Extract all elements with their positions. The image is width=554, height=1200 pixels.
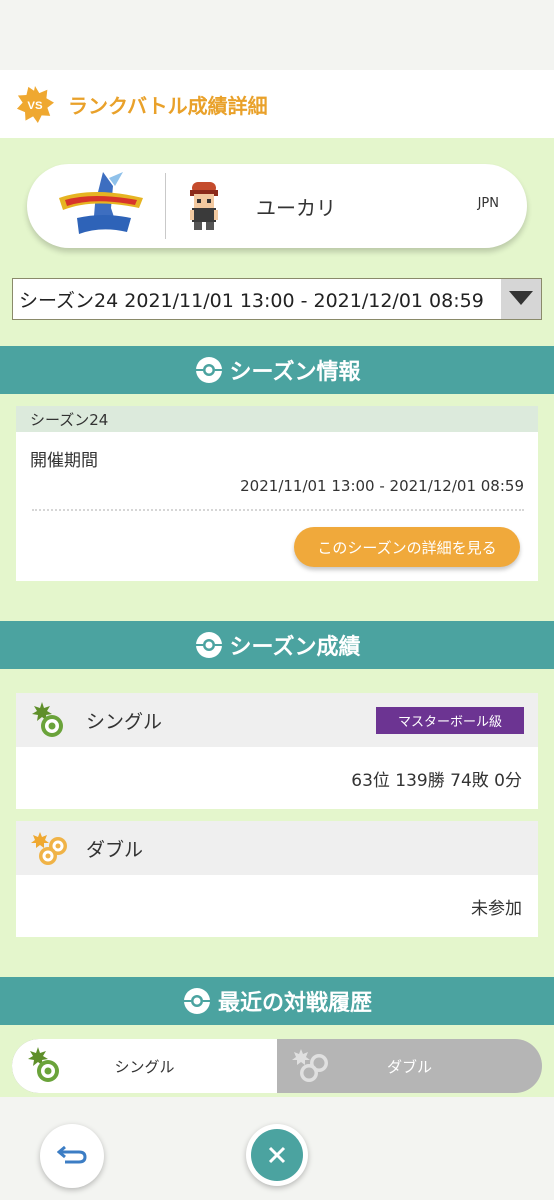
season-dropdown[interactable]: シーズン24 2021/11/01 13:00 - 2021/12/01 08:… — [12, 278, 542, 320]
season-info-card: シーズン24 開催期間 2021/11/01 13:00 - 2021/12/0… — [16, 406, 538, 581]
season-record-area: シングル マスターボール級 63位 139勝 74敗 0分 ダブル 未参加 — [0, 669, 554, 977]
trainer-avatar — [184, 178, 224, 234]
game-logo — [53, 168, 149, 244]
double-battle-icon — [30, 828, 70, 868]
section-title: 最近の対戦履歴 — [217, 991, 372, 1016]
back-arrow-icon — [56, 1143, 87, 1169]
close-button[interactable] — [246, 1124, 308, 1186]
trainer-name: ユーカリ — [256, 195, 336, 220]
tab-single[interactable]: シングル — [12, 1039, 277, 1093]
pokeball-icon — [182, 986, 212, 1016]
single-battle-icon — [26, 1045, 66, 1085]
single-result: 63位 139勝 74敗 0分 — [351, 770, 522, 791]
single-record-card[interactable]: シングル マスターボール級 63位 139勝 74敗 0分 — [16, 693, 538, 809]
season-info-header: シーズン情報 — [0, 346, 554, 394]
close-icon — [251, 1129, 303, 1181]
pokeball-icon — [194, 355, 224, 385]
season-name: シーズン24 — [16, 406, 538, 432]
history-header: 最近の対戦履歴 — [0, 977, 554, 1025]
title-bar: VS ランクバトル成績詳細 — [0, 70, 554, 138]
season-record-header: シーズン成績 — [0, 621, 554, 669]
season-detail-button[interactable]: このシーズンの詳細を見る — [294, 527, 520, 567]
svg-text:VS: VS — [27, 100, 43, 112]
top-spacer — [0, 0, 554, 70]
triangle-down-icon[interactable] — [501, 279, 541, 319]
vs-star-icon: VS — [16, 85, 54, 123]
spacer — [0, 595, 554, 621]
season-info-area: シーズン24 開催期間 2021/11/01 13:00 - 2021/12/0… — [0, 394, 554, 595]
season-dropdown-value: シーズン24 2021/11/01 13:00 - 2021/12/01 08:… — [19, 289, 484, 312]
pokeball-icon — [194, 630, 224, 660]
bottom-bar — [0, 1110, 554, 1200]
tab-double[interactable]: ダブル — [277, 1039, 542, 1093]
back-button[interactable] — [40, 1124, 104, 1188]
player-area: ユーカリ JPN シーズン24 2021/11/01 13:00 - 2021/… — [0, 138, 554, 346]
double-battle-icon — [291, 1045, 331, 1085]
period-value: 2021/11/01 13:00 - 2021/12/01 08:59 — [240, 477, 524, 495]
double-record-head: ダブル — [16, 821, 538, 875]
page-title: ランクバトル成績詳細 — [68, 93, 268, 118]
rank-badge: マスターボール級 — [375, 707, 524, 734]
section-title: シーズン情報 — [229, 360, 361, 385]
section-title: シーズン成績 — [229, 635, 361, 660]
player-card: ユーカリ JPN — [27, 164, 527, 248]
double-result: 未参加 — [471, 898, 522, 919]
history-tabs: シングル ダブル — [12, 1039, 542, 1093]
card-divider — [165, 173, 166, 239]
single-battle-icon — [30, 700, 70, 740]
country-code: JPN — [477, 196, 499, 211]
single-label: シングル — [86, 710, 163, 733]
double-label: ダブル — [86, 838, 144, 861]
period-label: 開催期間 — [30, 451, 98, 471]
single-record-head: シングル マスターボール級 — [16, 693, 538, 747]
double-record-card[interactable]: ダブル 未参加 — [16, 821, 538, 937]
history-area: シングル ダブル — [0, 1025, 554, 1097]
detail-button-row: このシーズンの詳細を見る — [16, 511, 538, 581]
